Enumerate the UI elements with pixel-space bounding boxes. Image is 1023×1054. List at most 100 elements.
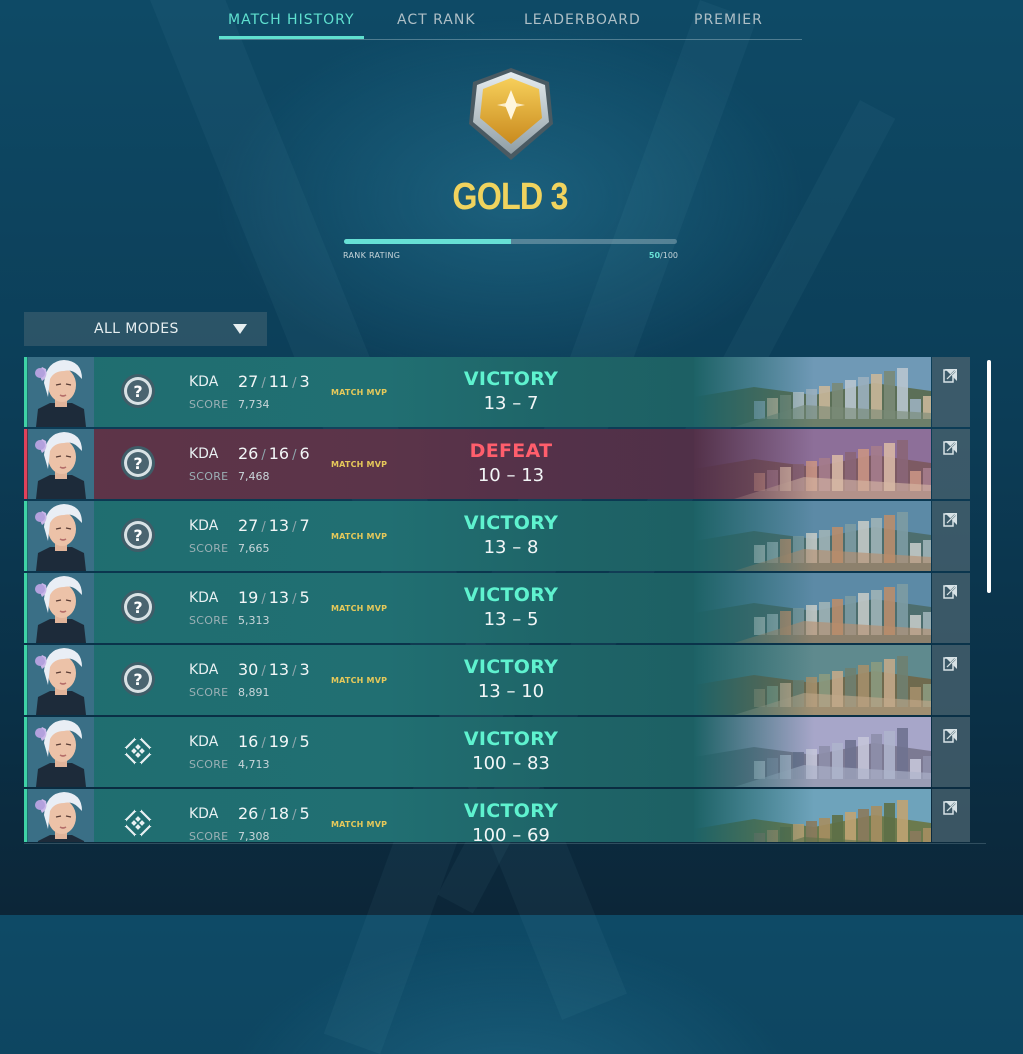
svg-text:?: ? [133, 454, 142, 473]
match-row[interactable]: KDA 16/19/5 SCORE 4,713 VICTORY 100 – 83 [24, 717, 970, 787]
outcome-edge [24, 789, 27, 842]
score-value: 8,891 [238, 686, 270, 699]
kda-value: 26/16/6 [238, 444, 310, 463]
rank-rating-max: /100 [660, 251, 678, 260]
unrated-mode-icon: ? [120, 445, 156, 481]
match-result: DEFEAT [469, 440, 553, 462]
unrated-mode-icon: ? [120, 589, 156, 625]
match-row[interactable]: ? KDA 27/13/7 SCORE 7,665 MATCH MVP VICT… [24, 501, 970, 571]
rank-rating-label: RANK RATING [343, 251, 401, 260]
tab-premier[interactable]: PREMIER [694, 12, 763, 28]
open-match-details-button[interactable] [932, 789, 970, 842]
open-external-icon [943, 441, 957, 455]
match-score: 13 – 5 [416, 609, 606, 630]
kda-value: 19/13/5 [238, 588, 310, 607]
match-score: 13 – 8 [416, 537, 606, 558]
tab-leaderboard[interactable]: LEADERBOARD [524, 12, 641, 28]
match-score: 100 – 69 [416, 825, 606, 842]
match-mvp-badge: MATCH MVP [331, 460, 388, 469]
kda-label: KDA [189, 518, 219, 534]
open-match-details-button[interactable] [932, 573, 970, 643]
open-match-details-button[interactable] [932, 645, 970, 715]
kda-label: KDA [189, 734, 219, 750]
agent-portrait [28, 501, 94, 571]
score-dash: – [512, 753, 522, 774]
kda-value: 30/13/3 [238, 660, 310, 679]
match-row[interactable]: ? KDA 27/11/3 SCORE 7,734 MATCH MVP VICT… [24, 357, 970, 427]
score-dash: – [506, 465, 516, 486]
unrated-mode-icon: ? [120, 373, 156, 409]
enemy-score: 13 [521, 465, 545, 486]
map-thumbnail [694, 357, 931, 427]
outcome-edge [24, 501, 27, 571]
open-external-icon [943, 513, 957, 527]
match-score: 100 – 83 [416, 753, 606, 774]
match-row[interactable]: ? KDA 19/13/5 SCORE 5,313 MATCH MVP VICT… [24, 573, 970, 643]
score-label: SCORE [189, 614, 229, 627]
map-thumbnail [694, 645, 931, 715]
agent-portrait [28, 357, 94, 427]
mode-filter-dropdown[interactable]: ALL MODES [24, 312, 267, 346]
enemy-score: 7 [526, 393, 539, 414]
match-mvp-badge: MATCH MVP [331, 388, 388, 397]
team-score: 100 [472, 825, 507, 842]
match-score: 13 – 10 [416, 681, 606, 702]
open-external-icon [943, 585, 957, 599]
outcome-edge [24, 645, 27, 715]
agent-portrait [28, 789, 94, 842]
kills: 26 [238, 804, 259, 823]
score-label: SCORE [189, 398, 229, 411]
kills: 27 [238, 372, 259, 391]
kda-label: KDA [189, 590, 219, 606]
score-value: 7,734 [238, 398, 270, 411]
open-match-details-button[interactable] [932, 501, 970, 571]
assists: 5 [299, 588, 310, 607]
kills: 30 [238, 660, 259, 679]
map-thumbnail [694, 717, 931, 787]
deaths: 13 [268, 588, 290, 607]
match-score: 13 – 7 [416, 393, 606, 414]
score-value: 7,468 [238, 470, 270, 483]
match-result: VICTORY [463, 656, 559, 678]
outcome-edge [24, 429, 27, 499]
assists: 3 [299, 660, 310, 679]
open-match-details-button[interactable] [932, 357, 970, 427]
gold-rank-shield-icon [465, 66, 557, 162]
deaths: 11 [268, 372, 290, 391]
score-label: SCORE [189, 686, 229, 699]
unrated-mode-icon: ? [120, 661, 156, 697]
match-row[interactable]: ? KDA 30/13/3 SCORE 8,891 MATCH MVP VICT… [24, 645, 970, 715]
map-thumbnail [694, 429, 931, 499]
match-result: VICTORY [463, 584, 559, 606]
kda-label: KDA [189, 446, 219, 462]
match-row-body: ? KDA 19/13/5 SCORE 5,313 MATCH MVP VICT… [24, 573, 931, 643]
tab-act-rank[interactable]: ACT RANK [397, 12, 476, 28]
deaths: 13 [268, 660, 290, 679]
deathmatch-mode-icon [120, 733, 156, 769]
match-result: VICTORY [463, 368, 559, 390]
agent-portrait [28, 573, 94, 643]
deaths: 19 [268, 732, 290, 751]
score-dash: – [512, 537, 522, 558]
outcome-edge [24, 357, 27, 427]
match-row[interactable]: ? KDA 26/16/6 SCORE 7,468 MATCH MVP DEFE… [24, 429, 970, 499]
outcome-edge [24, 573, 27, 643]
tab-match-history[interactable]: MATCH HISTORY [228, 12, 355, 28]
open-match-details-button[interactable] [932, 429, 970, 499]
open-external-icon [943, 369, 957, 383]
match-mvp-badge: MATCH MVP [331, 676, 388, 685]
match-row[interactable]: KDA 26/18/5 SCORE 7,308 MATCH MVP VICTOR… [24, 789, 970, 842]
enemy-score: 8 [526, 537, 539, 558]
team-score: 13 [483, 393, 507, 414]
deathmatch-mode-icon [120, 805, 156, 841]
match-list-scrollbar[interactable] [987, 360, 991, 593]
svg-text:?: ? [133, 382, 142, 401]
active-tab-indicator [219, 36, 364, 39]
kills: 16 [238, 732, 259, 751]
enemy-score: 69 [526, 825, 550, 842]
open-external-icon [943, 657, 957, 671]
match-row-body: ? KDA 27/11/3 SCORE 7,734 MATCH MVP VICT… [24, 357, 931, 427]
deaths: 13 [268, 516, 290, 535]
match-result: VICTORY [463, 728, 559, 750]
open-match-details-button[interactable] [932, 717, 970, 787]
